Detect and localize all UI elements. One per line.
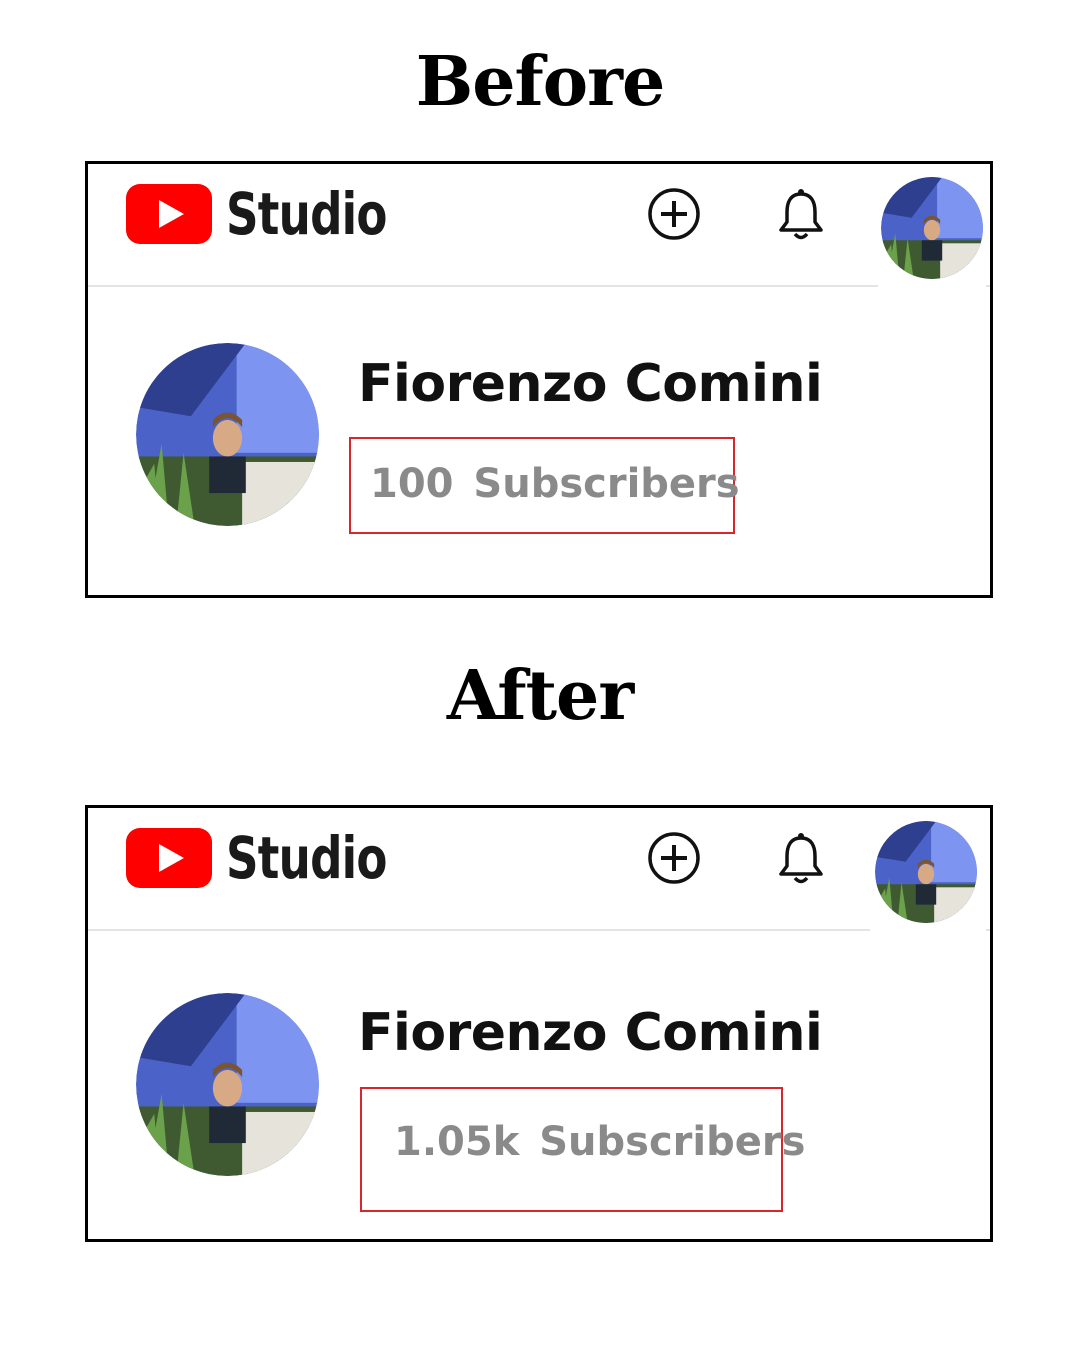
subscriber-count: 100 Subscribers bbox=[370, 461, 740, 507]
profile-photo bbox=[875, 821, 977, 923]
studio-logo[interactable]: Studio bbox=[126, 828, 432, 888]
plus-circle-icon bbox=[648, 832, 700, 884]
profile-photo bbox=[136, 993, 319, 1176]
youtube-play-icon bbox=[126, 828, 212, 888]
subscriber-count: 1.05k Subscribers bbox=[394, 1119, 806, 1165]
header-divider-end bbox=[986, 285, 990, 287]
studio-logo-text: Studio bbox=[226, 824, 387, 892]
studio-panel-before: Studio Fiorenzo Comini 100 Subscribers bbox=[85, 161, 993, 598]
after-heading: After bbox=[446, 656, 634, 736]
header-divider bbox=[88, 285, 878, 287]
before-heading: Before bbox=[415, 42, 665, 122]
channel-name: Fiorenzo Comini bbox=[358, 354, 823, 414]
profile-photo bbox=[136, 343, 319, 526]
bell-icon bbox=[779, 189, 823, 240]
channel-avatar[interactable] bbox=[136, 993, 319, 1176]
create-button[interactable] bbox=[646, 186, 702, 242]
account-avatar[interactable] bbox=[881, 177, 983, 279]
studio-panel-after: Studio Fiorenzo Comini 1.05k Subscribers bbox=[85, 805, 993, 1242]
notifications-button[interactable] bbox=[776, 186, 826, 242]
studio-logo-text: Studio bbox=[226, 180, 387, 248]
profile-photo bbox=[881, 177, 983, 279]
notifications-button[interactable] bbox=[776, 830, 826, 886]
header-divider bbox=[88, 929, 870, 931]
bell-icon bbox=[779, 833, 823, 884]
channel-avatar[interactable] bbox=[136, 343, 319, 526]
header-divider-end bbox=[986, 929, 990, 931]
youtube-play-icon bbox=[126, 184, 212, 244]
account-avatar[interactable] bbox=[875, 821, 977, 923]
channel-name: Fiorenzo Comini bbox=[358, 1003, 823, 1063]
studio-logo[interactable]: Studio bbox=[126, 184, 432, 244]
plus-circle-icon bbox=[648, 188, 700, 240]
create-button[interactable] bbox=[646, 830, 702, 886]
